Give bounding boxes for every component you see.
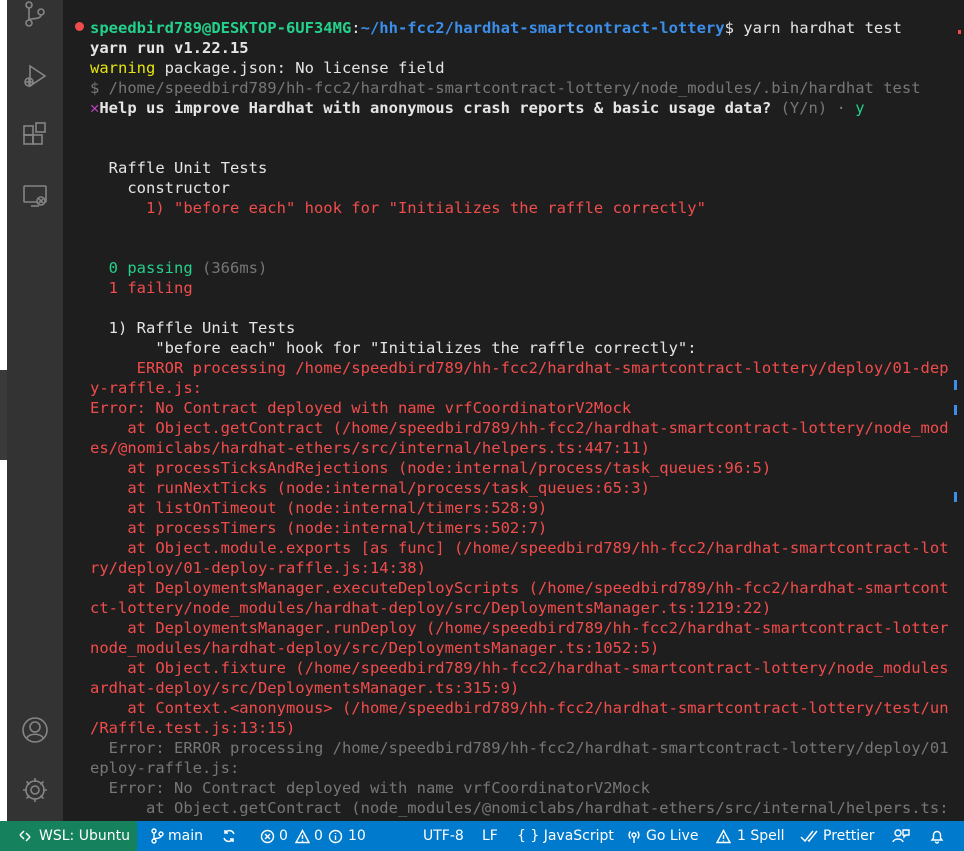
branch-label[interactable]: main [168,821,203,851]
error-line: ry/deploy/01-deploy-raffle.js:14:38) [90,559,426,577]
terminal-output[interactable]: speedbird789@DESKTOP-6UF34MG:~/hh-fcc2/h… [90,18,949,818]
info-count[interactable]: 10 [348,821,366,851]
error-line-dim: Error: ERROR processing /home/speedbird7… [90,739,949,757]
error-line: at Object.fixture (/home/speedbird789/hh… [90,659,949,677]
passing-time: (366ms) [192,259,268,277]
encoding[interactable]: UTF-8 [423,821,464,851]
prettier-button[interactable]: Prettier [823,821,875,851]
error-line: at processTimers (node:internal/timers:5… [90,519,548,537]
spell-warning-icon[interactable] [715,821,732,851]
spell-check[interactable]: 1 Spell [737,821,785,851]
error-count[interactable]: 0 [279,821,288,851]
error-line: ardhat-deploy/src/DeploymentsManager.ts:… [90,679,520,697]
prompt-separator: : [351,19,361,37]
left-window-edge [0,0,7,821]
source-control-icon[interactable] [21,0,49,28]
status-bar: WSL: Ubuntu main 0 0 10 UTF-8 LF { } Jav… [0,821,964,851]
run-debug-icon[interactable] [21,62,49,90]
error-line: ct-lottery/node_modules/hardhat-deploy/s… [90,599,772,617]
error-line: ERROR processing /home/speedbird789/hh-f… [90,359,949,377]
error-line: Error: No Contract deployed with name vr… [90,399,632,417]
end-of-line[interactable]: LF [482,821,498,851]
error-line: at DeploymentsManager.runDeploy (/home/s… [90,619,949,637]
error-line: at Object.getContract (/home/speedbird78… [90,419,949,437]
remote-explorer-icon[interactable] [21,182,49,210]
error-line: at DeploymentsManager.executeDeployScrip… [90,579,949,597]
error-line-dim: Error: No Contract deployed with name vr… [90,779,650,797]
error-line: node_modules/hardhat-deploy/src/Deployme… [90,639,660,657]
command-text: yarn hardhat test [743,19,902,37]
terminal-scrollbar[interactable] [949,0,964,821]
error-line-dim: eploy-raffle.js: [90,759,240,777]
info-icon[interactable] [328,821,343,851]
yn-hint: (Y/n) · [771,99,856,117]
command-failed-icon [75,22,84,31]
error-line: at runNextTicks (node:internal/process/t… [90,479,650,497]
failed-hook: 1) "before each" hook for "Initializes t… [90,199,706,217]
language-mode[interactable]: { } JavaScript [517,821,614,851]
yarn-version: yarn run v1.22.15 [90,39,249,57]
check-all-icon[interactable] [800,821,818,851]
failing-summary: 1 failing [90,279,193,297]
suite-title: Raffle Unit Tests [90,159,268,177]
prompt-user: speedbird789@DESKTOP-6UF34MG [90,19,352,37]
error-line: at Context.<anonymous> (/home/speedbird7… [90,699,949,717]
error-line: at Object.module.exports [as func] (/hom… [90,539,949,557]
warning-text: package.json: No license field [155,59,445,77]
failure-hook-title: "before each" hook for "Initializes the … [90,339,697,357]
account-icon[interactable] [21,716,49,744]
error-line: y-raffle.js: [90,379,202,397]
answer: y [855,99,865,117]
warning-label: warning [90,59,156,77]
scroll-marker [954,380,957,390]
telemetry-question: ✕Help us improve Hardhat with anonymous … [90,98,940,118]
scroll-marker [954,405,957,415]
scroll-marker [958,30,961,34]
sync-icon[interactable] [221,821,237,851]
error-line: /Raffle.test.js:13:15) [90,719,296,737]
branch-icon [150,821,164,851]
settings-gear-icon[interactable] [21,776,49,804]
error-line: at listOnTimeout (node:internal/timers:5… [90,499,548,517]
prompt-path: ~/hh-fcc2/hardhat-smartcontract-lottery [360,19,725,37]
feedback-icon[interactable] [892,821,910,851]
cross-icon: ✕ [90,99,100,117]
prompt-dollar: $ [724,19,744,37]
remote-icon [18,821,32,851]
remote-indicator[interactable]: WSL: Ubuntu [0,821,137,851]
scroll-marker [954,492,957,502]
describe-title: constructor [90,179,230,197]
go-live-button[interactable]: Go Live [646,821,698,851]
error-line-dim: at Object.getContract (node_modules/@nom… [90,799,949,817]
broadcast-icon[interactable] [626,821,642,851]
terminal-panel[interactable]: speedbird789@DESKTOP-6UF34MG:~/hh-fcc2/h… [63,0,949,821]
resolved-command: $ /home/speedbird789/hh-fcc2/hardhat-sma… [90,79,921,97]
prompt-line: speedbird789@DESKTOP-6UF34MG:~/hh-fcc2/h… [90,18,940,38]
error-icon[interactable] [260,821,275,851]
activity-bar [7,0,63,821]
warning-line: warning package.json: No license field [90,58,940,78]
failure-header: 1) Raffle Unit Tests [90,319,296,337]
passing-count: 0 passing [90,259,193,277]
warning-count[interactable]: 0 [314,821,323,851]
bell-icon[interactable] [929,821,945,851]
passing-summary: 0 passing (366ms) [90,258,940,278]
question-text: Help us improve Hardhat with anonymous c… [99,99,772,117]
extensions-icon[interactable] [21,120,49,148]
remote-label: WSL: Ubuntu [39,828,130,844]
warning-icon[interactable] [294,821,311,851]
error-line: at processTicksAndRejections (node:inter… [90,459,772,477]
error-line: es/@nomiclabs/hardhat-ethers/src/interna… [90,439,650,457]
